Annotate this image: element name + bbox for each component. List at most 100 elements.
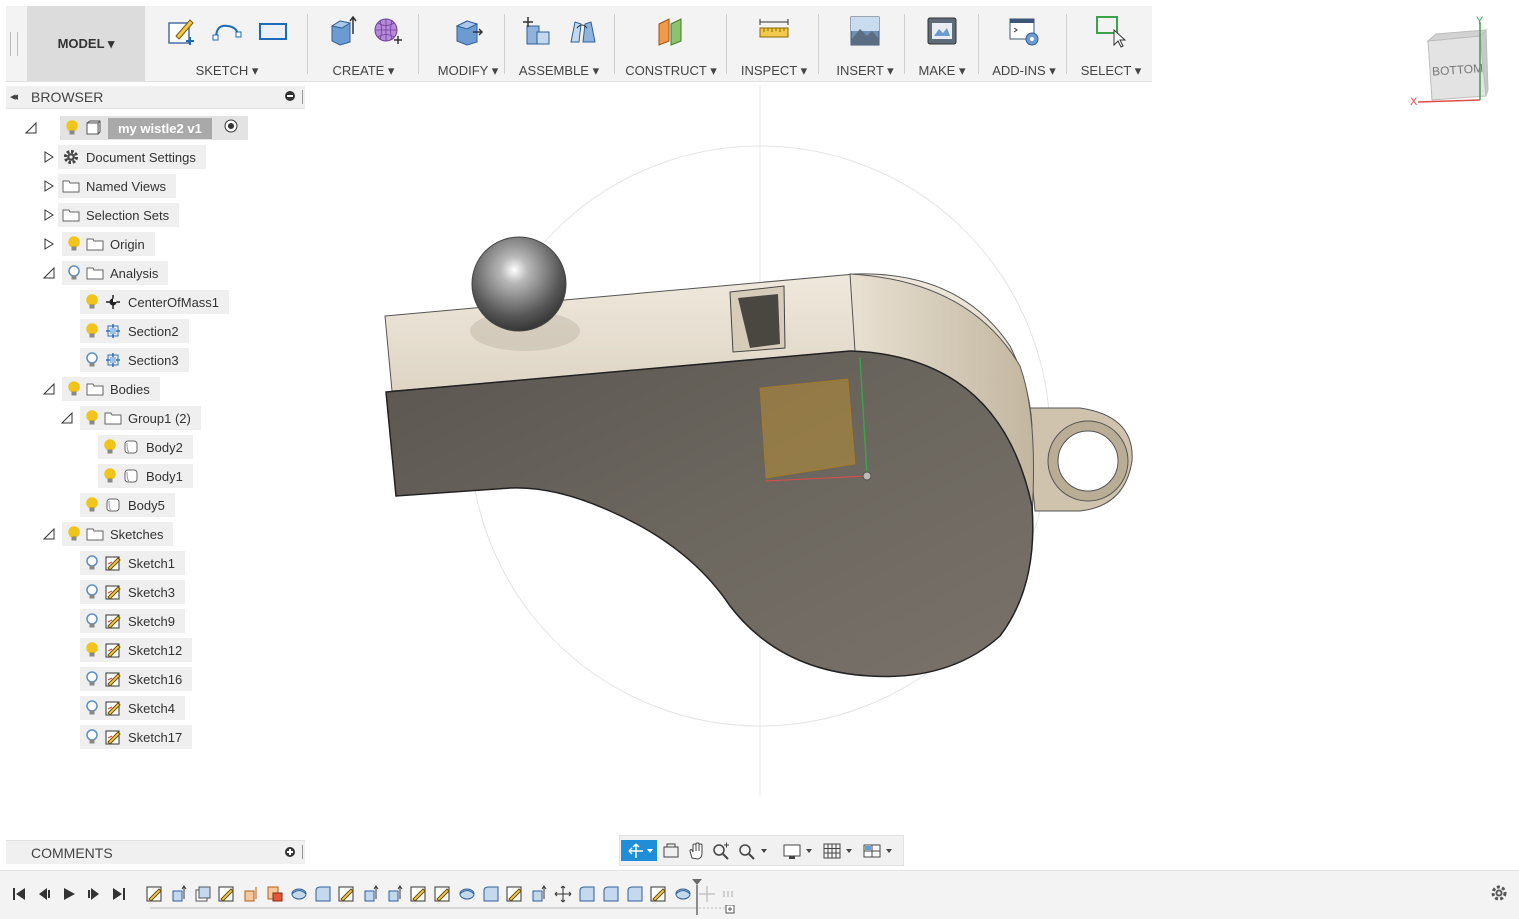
browser-node[interactable]: Sketch9 [80,609,185,633]
timeline-feature-extrude[interactable] [170,885,188,903]
browser-node-body[interactable]: Sketches [62,522,174,546]
panel-resize-handle[interactable] [302,845,305,859]
timeline-feature-box[interactable] [194,885,212,903]
visibility-toggle[interactable] [84,322,100,340]
expand-triangle-icon[interactable] [42,179,56,193]
workspace-switcher[interactable]: MODEL ▾ [27,6,145,81]
panel-resize-handle[interactable] [302,90,305,104]
timeline-feature-extrude[interactable] [386,885,404,903]
browser-node[interactable]: Section3 [80,348,189,372]
browser-node-body[interactable]: my wistle2 v1 [60,116,248,140]
fit-button[interactable] [736,840,770,861]
browser-node-body[interactable]: Sketch4 [80,696,185,720]
browser-node-body[interactable]: Sketch3 [80,580,185,604]
browser-node[interactable]: Section2 [80,319,189,343]
browser-node[interactable]: Analysis [43,261,169,285]
grid-snaps-button[interactable] [820,840,856,861]
expand-triangle-icon[interactable] [42,150,56,164]
display-settings-button[interactable] [780,840,816,861]
timeline-marker[interactable] [690,879,704,915]
visibility-toggle[interactable] [66,525,82,543]
timeline-feature-fillet[interactable] [314,885,332,903]
timeline-feature-sketch[interactable] [506,885,524,903]
viewports-button[interactable] [860,840,896,861]
browser-panel-header[interactable]: ◂◂ BROWSER [6,86,305,109]
browser-node-body[interactable]: Named Views [58,174,176,198]
pan-button[interactable] [685,840,707,861]
collapse-triangle-icon[interactable] [60,411,74,425]
activate-component-icon[interactable] [224,119,238,138]
visibility-toggle[interactable] [84,699,100,717]
timeline-feature-sketch[interactable] [146,885,164,903]
browser-node[interactable]: Sketch12 [80,638,193,662]
timeline-feature-extrude[interactable] [530,885,548,903]
browser-node[interactable]: Sketch3 [80,580,185,604]
browser-node[interactable]: Sketch16 [80,667,193,691]
browser-node[interactable]: Document Settings [44,145,206,169]
browser-node[interactable]: Sketch1 [80,551,185,575]
play-button[interactable] [60,885,78,903]
visibility-toggle[interactable] [84,554,100,572]
visibility-toggle[interactable] [84,351,100,369]
create-sketch-icon[interactable] [164,14,198,48]
line-tool-icon[interactable] [210,14,244,48]
visibility-toggle[interactable] [84,409,100,427]
construct-menu[interactable]: CONSTRUCT ▾ [618,63,724,79]
browser-node[interactable]: Sketch17 [80,725,193,749]
browser-node-body[interactable]: Body1 [98,464,193,488]
browser-node-body[interactable]: Analysis [62,261,169,285]
browser-node-body[interactable]: Group1 (2) [80,406,201,430]
visibility-toggle[interactable] [66,235,82,253]
timeline-feature-move[interactable] [554,885,572,903]
browser-node[interactable]: Body1 [98,464,193,488]
joint-icon[interactable] [565,14,599,48]
visibility-toggle[interactable] [84,641,100,659]
3d-print-icon[interactable] [925,14,959,48]
browser-root-node[interactable]: my wistle2 v1 [25,116,248,140]
visibility-toggle[interactable] [84,728,100,746]
browser-node[interactable]: CenterOfMass1 [80,290,230,314]
visibility-toggle[interactable] [66,264,82,282]
collapse-triangle-icon[interactable] [42,527,56,541]
go-to-end-button[interactable] [110,885,128,903]
timeline-feature-fillet[interactable] [578,885,596,903]
scripts-addins-icon[interactable] [1007,14,1041,48]
assemble-menu[interactable]: ASSEMBLE ▾ [509,63,609,79]
timeline-feature-fillet[interactable] [626,885,644,903]
zoom-button[interactable] [711,840,731,861]
browser-pin-icon[interactable] [285,91,295,101]
browser-node[interactable]: Sketches [43,522,174,546]
browser-node-body[interactable]: CenterOfMass1 [80,290,230,314]
browser-node[interactable]: Origin [44,232,155,256]
browser-node-body[interactable]: Bodies [62,377,160,401]
browser-node-body[interactable]: Body2 [98,435,193,459]
orbit-button[interactable] [621,840,657,861]
timeline-feature-fillet[interactable] [602,885,620,903]
browser-node-body[interactable]: Sketch1 [80,551,185,575]
browser-node[interactable]: Named Views [44,174,176,198]
add-ins-menu[interactable]: ADD-INS ▾ [982,63,1066,79]
insert-image-icon[interactable] [848,14,882,48]
measure-icon[interactable] [757,14,791,48]
timeline-feature-revolve[interactable] [458,885,476,903]
toolbar-grip[interactable] [10,32,18,56]
make-menu[interactable]: MAKE ▾ [908,63,976,79]
model-canvas[interactable] [310,86,1510,831]
expand-triangle-icon[interactable] [42,237,56,251]
visibility-toggle[interactable] [84,496,100,514]
timeline-feature-sketch[interactable] [650,885,668,903]
visibility-toggle[interactable] [84,293,100,311]
collapse-triangle-icon[interactable] [42,382,56,396]
browser-node-body[interactable]: Section3 [80,348,189,372]
browser-node-body[interactable]: Origin [62,232,155,256]
form-icon[interactable] [370,14,404,48]
browser-node-body[interactable]: Selection Sets [58,203,180,227]
visibility-toggle[interactable] [84,670,100,688]
browser-node-body[interactable]: Body5 [80,493,175,517]
timeline-feature-sketch[interactable] [218,885,236,903]
timeline-feature-sketch[interactable] [434,885,452,903]
timeline-feature-revolve[interactable] [290,885,308,903]
add-comment-icon[interactable] [285,847,295,857]
press-pull-icon[interactable] [451,14,485,48]
new-component-icon[interactable] [519,14,553,48]
